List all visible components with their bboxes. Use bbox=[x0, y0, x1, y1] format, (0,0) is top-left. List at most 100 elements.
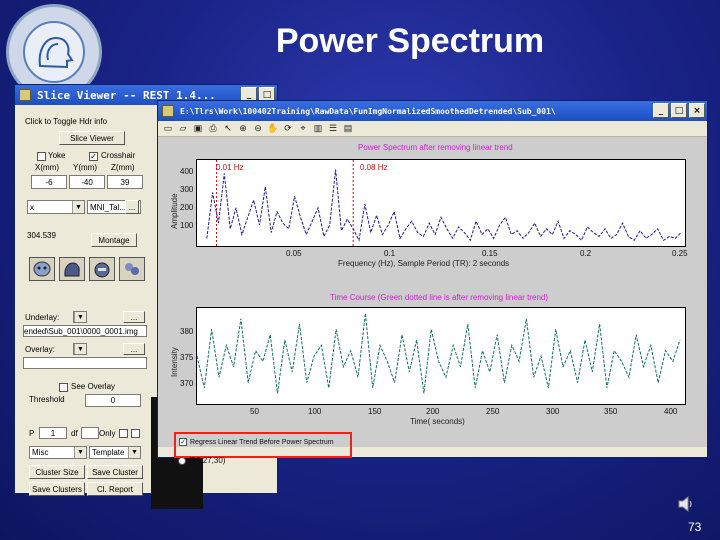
crosshair-checkbox[interactable]: ✓ bbox=[89, 152, 98, 161]
minimize-button[interactable]: _ bbox=[653, 103, 669, 118]
only-negative-checkbox[interactable] bbox=[131, 429, 140, 438]
marker-001hz-label: 0.01 Hz bbox=[216, 163, 244, 172]
save-clusters-button[interactable]: Save Clusters bbox=[29, 482, 85, 496]
matlab-icon bbox=[19, 89, 31, 101]
underlay-browse-button[interactable]: ... bbox=[123, 311, 145, 323]
slice-viewer-panel-title: Slice Viewer bbox=[59, 131, 125, 145]
spectrum-xtick: 0.1 bbox=[384, 249, 396, 258]
open-file-icon[interactable]: ▱ bbox=[177, 123, 189, 135]
montage-button[interactable]: Montage bbox=[91, 233, 137, 247]
underlay-dropdown[interactable]: ▼ bbox=[73, 311, 87, 323]
cluster-report-button[interactable]: Cl. Report bbox=[87, 482, 143, 496]
save-cluster-button[interactable]: Save Cluster bbox=[87, 465, 143, 479]
power-spectrum-plot[interactable] bbox=[196, 159, 686, 247]
threshold-label: Threshold bbox=[29, 395, 65, 404]
voxel-coordinate-label: (59,27,30) bbox=[189, 456, 226, 465]
chevron-down-icon: ▼ bbox=[72, 201, 84, 213]
pan-icon[interactable]: ✋ bbox=[267, 123, 279, 135]
template-dropdown[interactable]: Template ▼ bbox=[89, 446, 141, 459]
timecourse-xlabel: Time( seconds) bbox=[410, 417, 465, 426]
only-label: Only bbox=[99, 429, 116, 438]
chevron-down-icon: ▼ bbox=[74, 312, 86, 322]
logo-emblem bbox=[23, 21, 85, 83]
save-icon[interactable]: ▣ bbox=[192, 123, 204, 135]
timecourse-xtick: 250 bbox=[486, 407, 500, 416]
zoom-in-icon[interactable]: ⊕ bbox=[237, 123, 249, 135]
print-icon[interactable]: ⎙ bbox=[207, 123, 219, 135]
spectrum-plot-title: Power Spectrum after removing linear tre… bbox=[358, 143, 513, 152]
timecourse-xtick: 200 bbox=[426, 407, 440, 416]
time-course-plot[interactable] bbox=[196, 307, 686, 405]
overlay-dropdown[interactable]: ▼ bbox=[73, 343, 87, 355]
spectrum-ylabel: Amplitude bbox=[170, 193, 179, 229]
spectrum-ytick: 400 bbox=[180, 167, 194, 176]
misc-select[interactable]: Misc ▼ bbox=[29, 446, 87, 459]
see-overlay-checkbox[interactable] bbox=[59, 383, 68, 392]
spectrum-ytick: 100 bbox=[180, 221, 194, 230]
timecourse-xtick: 400 bbox=[664, 407, 678, 416]
zoom-out-icon[interactable]: ⊖ bbox=[252, 123, 264, 135]
df-input[interactable] bbox=[81, 427, 99, 439]
axis-select[interactable]: x ▼ bbox=[27, 200, 85, 214]
timecourse-plot-title: Time Course (Green dotted line is after … bbox=[330, 293, 549, 302]
regress-trend-label: Regress Linear Trend Before Power Spectr… bbox=[190, 438, 334, 446]
x-coord-input[interactable]: -6 bbox=[31, 175, 67, 189]
arrow-icon[interactable]: ↖ bbox=[222, 123, 234, 135]
timecourse-ylabel: Intensity bbox=[170, 347, 179, 377]
timecourse-xtick: 300 bbox=[546, 407, 560, 416]
head-view-icon[interactable] bbox=[59, 257, 85, 281]
threshold-input[interactable]: 0 bbox=[85, 394, 141, 407]
spectrum-xlabel: Frequency (Hz), Sample Period (TR): 2 se… bbox=[338, 259, 510, 268]
legend-icon[interactable]: ☰ bbox=[327, 123, 339, 135]
z-coord-input[interactable]: 39 bbox=[107, 175, 143, 189]
timecourse-xtick: 50 bbox=[250, 407, 259, 416]
speaker-icon[interactable] bbox=[676, 494, 696, 514]
template-dropdown-value: Template bbox=[92, 448, 125, 457]
spectrum-titlebar[interactable]: E:\Tlrs\Work\100402Training\RawData\FunI… bbox=[158, 101, 707, 121]
voxel-radio[interactable] bbox=[178, 456, 186, 465]
new-figure-icon[interactable]: ▭ bbox=[162, 123, 174, 135]
matlab-icon bbox=[162, 105, 174, 117]
regress-trend-checkbox[interactable]: ✓ bbox=[179, 438, 187, 446]
head-front-icon[interactable] bbox=[89, 257, 115, 281]
regress-trend-option[interactable]: ✓ Regress Linear Trend Before Power Spec… bbox=[179, 438, 334, 446]
p-value-input[interactable]: 1 bbox=[39, 427, 67, 439]
data-cursor-icon[interactable]: ⌖ bbox=[297, 123, 309, 135]
page-number: 73 bbox=[688, 520, 702, 534]
underlay-file-field[interactable]: ended\Sub_001\0000_0001.img bbox=[23, 325, 147, 337]
template-browse-button[interactable]: ... bbox=[125, 200, 139, 214]
voxel-coordinate-option[interactable]: (59,27,30) bbox=[178, 456, 225, 465]
plot-browser-icon[interactable]: ▤ bbox=[342, 123, 354, 135]
overlay-file-field[interactable] bbox=[23, 357, 147, 369]
header-info-hint[interactable]: Click to Toggle Hdr info bbox=[25, 117, 107, 126]
render-3d-icon[interactable] bbox=[119, 257, 145, 281]
rotate-icon[interactable]: ⟳ bbox=[282, 123, 294, 135]
value-readout: 304.539 bbox=[27, 231, 56, 240]
marker-008hz-label: 0.08 Hz bbox=[360, 163, 388, 172]
chevron-down-icon: ▼ bbox=[128, 447, 140, 458]
close-button[interactable]: × bbox=[689, 103, 705, 118]
chevron-down-icon: ▼ bbox=[74, 447, 86, 458]
crosshair-label: Crosshair bbox=[101, 151, 136, 160]
spectrum-ytick: 300 bbox=[180, 185, 194, 194]
brain-icon[interactable] bbox=[29, 257, 55, 281]
see-overlay-label: See Overlay bbox=[71, 382, 116, 391]
only-positive-checkbox[interactable] bbox=[119, 429, 128, 438]
slide-title: Power Spectrum bbox=[275, 22, 545, 60]
overlay-browse-button[interactable]: ... bbox=[123, 343, 145, 355]
y-coord-input[interactable]: -40 bbox=[69, 175, 105, 189]
timecourse-ytick: 375 bbox=[180, 353, 194, 362]
colorbar-icon[interactable]: ▥ bbox=[312, 123, 324, 135]
yoke-label: Yoke bbox=[48, 151, 66, 160]
spectrum-xtick: 0.2 bbox=[580, 249, 592, 258]
axis-select-value: x bbox=[30, 202, 34, 212]
timecourse-xtick: 150 bbox=[368, 407, 382, 416]
misc-select-value: Misc bbox=[32, 448, 49, 457]
time-course-chart bbox=[196, 313, 681, 394]
x-coord-label: X(mm) bbox=[35, 163, 59, 172]
y-coord-label: Y(mm) bbox=[73, 163, 97, 172]
spectrum-xtick: 0.05 bbox=[286, 249, 302, 258]
yoke-checkbox[interactable] bbox=[37, 152, 46, 161]
maximize-button[interactable]: □ bbox=[671, 103, 687, 118]
cluster-size-button[interactable]: Cluster Size bbox=[29, 465, 85, 479]
